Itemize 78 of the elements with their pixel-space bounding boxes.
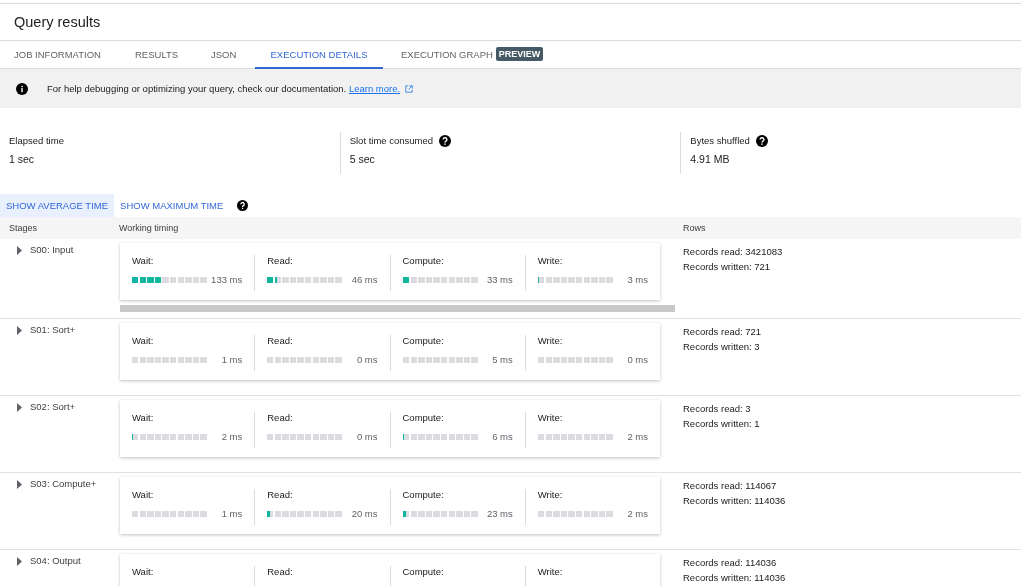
timing-value: 5 ms — [492, 354, 513, 365]
records-text: Records written: 114036 — [683, 571, 786, 585]
timing-value: 33 ms — [486, 274, 513, 285]
column-header: Working timing — [118, 223, 180, 233]
metric-value: 5 sec — [349, 153, 376, 165]
metric-value: 1 sec — [9, 153, 36, 165]
timing-label: Read: — [267, 489, 294, 502]
records-text: Records written: 721 — [683, 260, 772, 274]
timing-value: 0 ms — [356, 354, 378, 365]
timing-value: 133 ms — [211, 274, 243, 285]
timing-label: Compute: — [402, 255, 445, 268]
timing-label: Read: — [267, 412, 294, 425]
timing-label: Write: — [537, 255, 564, 268]
timing-value: 0 ms — [356, 431, 378, 442]
timing-label: Read: — [267, 566, 294, 579]
timing-label: Wait: — [132, 412, 155, 425]
caret-icon[interactable] — [16, 403, 23, 412]
timing-value: 1 ms — [221, 354, 243, 365]
stage-name: S02: Sort+ — [30, 401, 76, 412]
timing-label: Write: — [537, 489, 564, 502]
timing-label: Write: — [537, 566, 564, 579]
timing-label: Wait: — [132, 335, 155, 348]
stage-name: S04: Output — [30, 555, 81, 566]
timing-value: 6 ms — [492, 431, 513, 442]
caret-icon[interactable] — [16, 326, 23, 335]
stage-name: S03: Compute+ — [30, 478, 97, 489]
info-icon — [16, 82, 28, 95]
timing-label: Wait: — [132, 566, 155, 579]
external-link-icon — [405, 85, 414, 93]
timing-value: 20 ms — [351, 508, 378, 519]
timing-value: 23 ms — [486, 508, 513, 519]
timing-label: Compute: — [402, 566, 445, 579]
learn-more-link[interactable]: Learn more. — [348, 83, 414, 94]
records-text: Records read: 114036 — [683, 556, 778, 570]
records-text: Records written: 3 — [683, 340, 761, 354]
timing-value: 2 ms — [221, 431, 243, 442]
info-text: For help debugging or optimizing your query, check our documentation. Learn more. — [47, 83, 414, 94]
records-text: Records read: 3421083 — [683, 245, 783, 259]
stage-name: S00: Input — [30, 244, 74, 255]
time-toggle-button[interactable]: SHOW MAXIMUM TIME — [114, 194, 230, 217]
metric-label: Bytes shuffled — [690, 135, 750, 146]
metric-label: Slot time consumed — [349, 135, 434, 146]
records-text: Records written: 1 — [683, 417, 760, 431]
timing-label: Read: — [267, 335, 294, 348]
time-toggle-button[interactable]: SHOW AVERAGE TIME — [0, 194, 115, 217]
records-text: Records read: 3 — [683, 402, 752, 416]
timing-value: 46 ms — [351, 274, 378, 285]
timing-label: Compute: — [402, 412, 445, 425]
timing-label: Wait: — [132, 489, 155, 502]
timing-value: 2 ms — [627, 508, 648, 519]
timing-value: 1 ms — [221, 508, 243, 519]
metric-label: Elapsed time — [9, 135, 64, 146]
stage-name: S01: Sort+ — [30, 324, 76, 335]
help-icon — [237, 200, 249, 211]
tab[interactable]: EXECUTION GRAPH PREVIEW — [383, 41, 558, 69]
tab[interactable]: JSON — [197, 41, 255, 69]
tab[interactable]: JOB INFORMATION — [0, 41, 121, 69]
records-text: Records written: 114036 — [683, 494, 786, 508]
caret-icon[interactable] — [16, 246, 23, 255]
timing-label: Write: — [537, 335, 564, 348]
timing-label: Write: — [537, 412, 564, 425]
page-title: Query results — [0, 4, 1021, 41]
records-text: Records read: 721 — [683, 325, 762, 339]
caret-icon[interactable] — [16, 557, 23, 566]
column-header: Rows — [682, 223, 706, 233]
timing-value: 3 ms — [627, 274, 648, 285]
caret-icon[interactable] — [16, 480, 23, 489]
timing-label: Wait: — [132, 255, 155, 268]
scrollbar[interactable] — [120, 305, 675, 312]
timing-value: 0 ms — [627, 354, 648, 365]
timing-label: Compute: — [402, 335, 445, 348]
metric-value: 4.91 MB — [690, 153, 731, 165]
column-header: Stages — [8, 223, 39, 233]
timing-label: Compute: — [402, 489, 445, 502]
timing-label: Read: — [267, 255, 294, 268]
tab[interactable]: RESULTS — [121, 41, 197, 69]
timing-value: 2 ms — [627, 431, 648, 442]
records-text: Records read: 114067 — [683, 479, 778, 493]
